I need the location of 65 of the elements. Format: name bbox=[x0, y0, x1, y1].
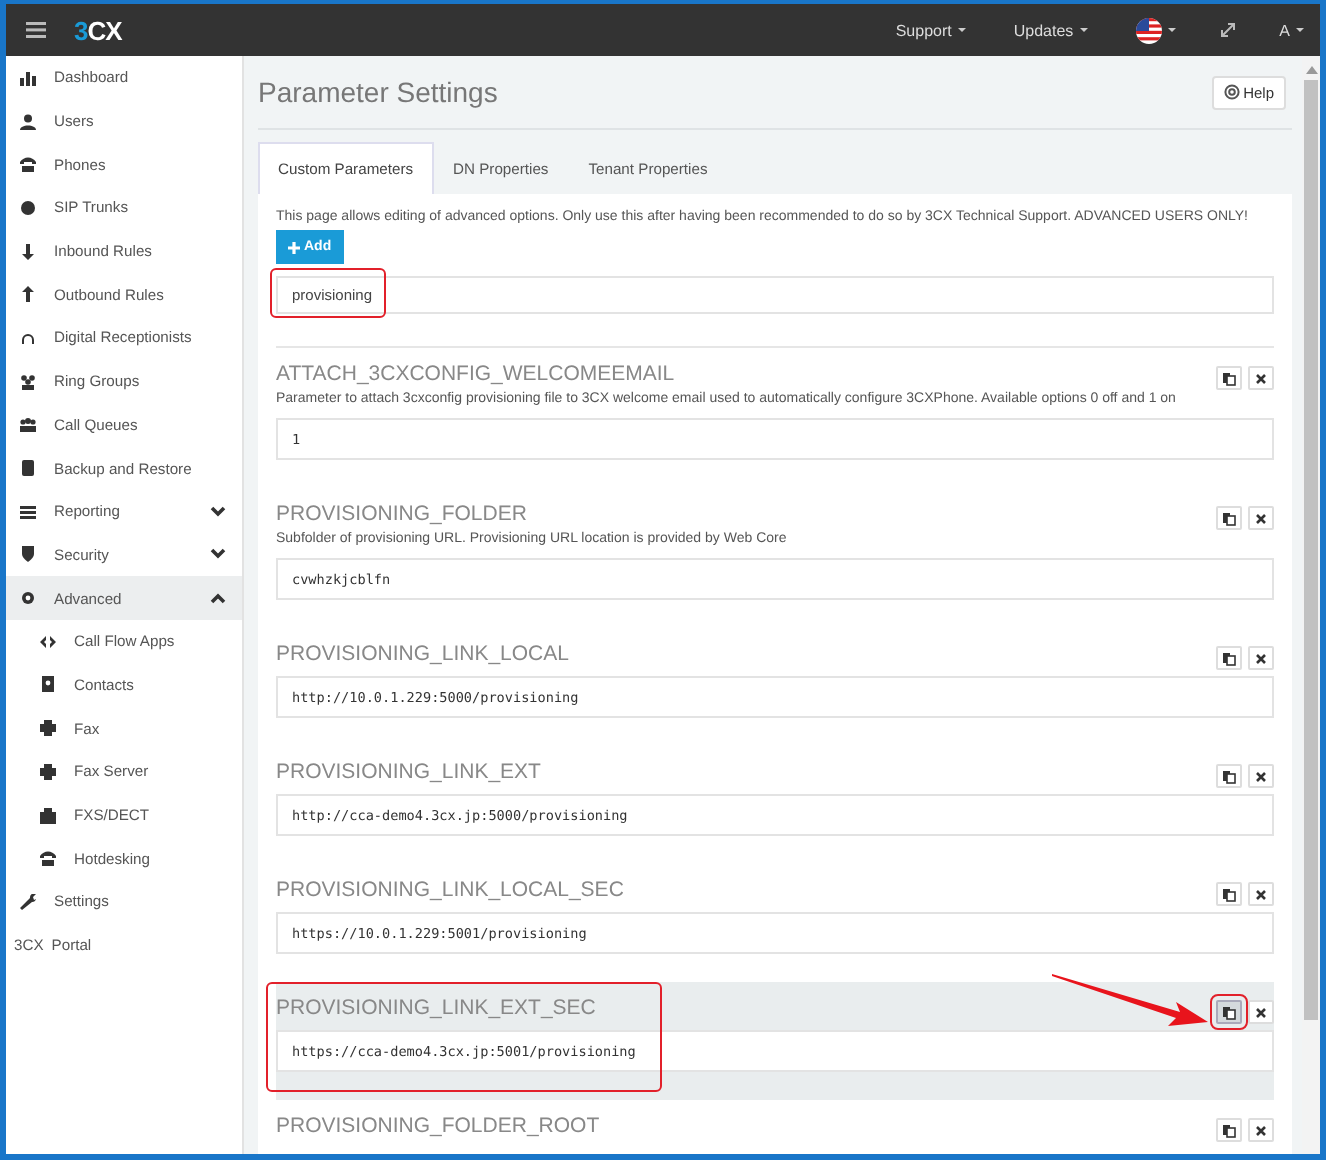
chevron-down-icon bbox=[210, 505, 226, 518]
copy-icon bbox=[1222, 511, 1236, 525]
menu-link[interactable]: Support bbox=[895, 21, 966, 39]
close-icon bbox=[1254, 1123, 1268, 1137]
delete-button[interactable] bbox=[1248, 506, 1274, 530]
expand-icon[interactable] bbox=[1219, 22, 1236, 38]
close-icon bbox=[1254, 371, 1268, 385]
close-icon bbox=[1254, 887, 1268, 901]
code-icon bbox=[40, 633, 56, 650]
delete-button[interactable] bbox=[1248, 764, 1274, 788]
scroll-up-icon[interactable] bbox=[1305, 64, 1317, 74]
parameter-name: PROVISIONING_LINK_LOCAL bbox=[276, 640, 569, 668]
group-icon bbox=[20, 373, 36, 390]
group-icon bbox=[20, 416, 36, 433]
contact-card-icon bbox=[40, 676, 56, 693]
phone-icon bbox=[20, 156, 36, 173]
delete-button[interactable] bbox=[1248, 646, 1274, 670]
copy-button[interactable] bbox=[1216, 1118, 1242, 1142]
chevron-down-icon bbox=[210, 548, 226, 561]
parameter-name: PROVISIONING_LINK_EXT_SEC bbox=[276, 994, 596, 1022]
copy-button[interactable] bbox=[1216, 1000, 1242, 1024]
copy-icon bbox=[1222, 769, 1236, 783]
copy-button[interactable] bbox=[1216, 506, 1242, 530]
copy-icon bbox=[1222, 1123, 1236, 1137]
gear-icon bbox=[20, 590, 36, 607]
close-icon bbox=[1254, 1005, 1268, 1019]
close-icon bbox=[1254, 769, 1268, 783]
down-arrow-icon bbox=[20, 243, 36, 260]
copy-button[interactable] bbox=[1216, 764, 1242, 788]
language-menu[interactable] bbox=[1135, 17, 1176, 43]
lifebuoy-icon bbox=[1223, 84, 1240, 100]
shield-icon bbox=[20, 546, 36, 563]
menu-link[interactable]: Updates bbox=[1013, 21, 1088, 39]
flag-icon bbox=[1135, 17, 1162, 43]
close-icon bbox=[1254, 651, 1268, 665]
copy-icon bbox=[1222, 1005, 1236, 1019]
close-icon bbox=[1254, 511, 1268, 525]
parameter-name: PROVISIONING_LINK_EXT bbox=[276, 758, 541, 786]
chart-icon bbox=[20, 69, 36, 86]
menu-icon[interactable] bbox=[26, 22, 46, 38]
delete-button[interactable] bbox=[1248, 1000, 1274, 1024]
copy-icon bbox=[1222, 887, 1236, 901]
copy-button[interactable] bbox=[1216, 366, 1242, 390]
wrench-icon bbox=[20, 893, 36, 910]
device-icon bbox=[40, 807, 56, 824]
copy-icon bbox=[1222, 371, 1236, 385]
list-icon bbox=[20, 503, 36, 520]
parameter-name: PROVISIONING_FOLDER_ROOT bbox=[276, 1112, 600, 1140]
delete-button[interactable] bbox=[1248, 1118, 1274, 1142]
copy-icon bbox=[1222, 651, 1236, 665]
plus-icon bbox=[288, 241, 300, 253]
chevron-up-icon bbox=[210, 592, 226, 605]
parameter-name: PROVISIONING_LINK_LOCAL_SEC bbox=[276, 876, 624, 904]
delete-button[interactable] bbox=[1248, 882, 1274, 906]
logo: 3CX bbox=[74, 15, 122, 45]
user-menu[interactable]: A bbox=[1279, 21, 1304, 39]
up-arrow-icon bbox=[20, 286, 36, 303]
delete-button[interactable] bbox=[1248, 366, 1274, 390]
page-title: Parameter Settings bbox=[258, 76, 498, 108]
copy-button[interactable] bbox=[1216, 882, 1242, 906]
copy-button[interactable] bbox=[1216, 646, 1242, 670]
user-icon bbox=[20, 113, 36, 130]
parameter-name: PROVISIONING_FOLDER bbox=[276, 500, 527, 528]
parameter-name: ATTACH_3CXCONFIG_WELCOMEEMAIL bbox=[276, 360, 675, 388]
phone-icon bbox=[40, 850, 56, 867]
